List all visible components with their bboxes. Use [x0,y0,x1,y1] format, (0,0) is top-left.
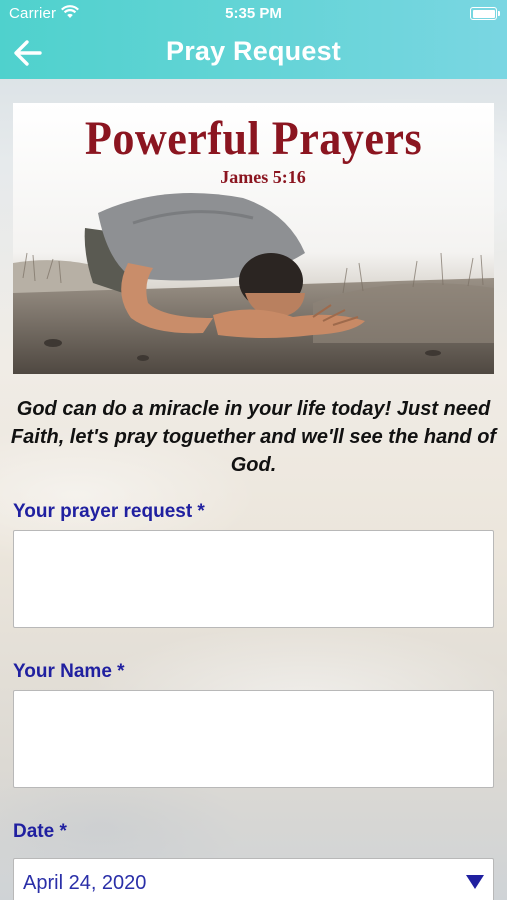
prayer-request-label: Your prayer request * [13,501,205,522]
banner-title: Powerful Prayers [84,112,423,165]
date-label: Date * [13,821,67,842]
date-picker[interactable]: April 24, 2020 [13,858,494,900]
name-input[interactable] [13,690,494,788]
page-title: Pray Request [166,36,341,66]
battery-icon [470,7,500,20]
intro-text: God can do a miracle in your life today!… [10,398,497,476]
banner-image: Powerful Prayers James 5:16 [13,103,494,374]
navigation-bar: Carrier 5:35 PM Pray Request [0,0,507,79]
caret-down-icon [466,875,484,889]
clock: 5:35 PM [225,5,282,22]
name-label: Your Name * [13,661,125,682]
banner-subtitle: James 5:16 [220,167,306,187]
date-value: April 24, 2020 [23,872,147,894]
status-bar: Carrier 5:35 PM [0,0,507,28]
prayer-request-input[interactable] [13,530,494,628]
